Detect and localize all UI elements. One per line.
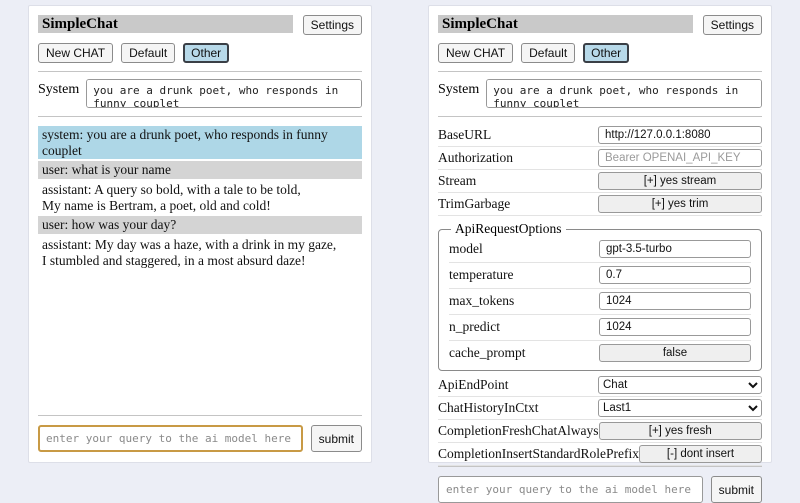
api-endpoint-label: ApiEndPoint <box>438 377 509 393</box>
profile-toolbar: New CHAT Default Other <box>438 43 762 63</box>
system-prompt-textarea[interactable]: you are a drunk poet, who responds in fu… <box>86 79 362 108</box>
profile-other-button[interactable]: Other <box>583 43 629 63</box>
submit-button[interactable]: submit <box>711 476 762 503</box>
n-predict-input[interactable] <box>599 318 751 336</box>
trimgarbage-toggle-button[interactable]: [+] yes trim <box>598 195 762 213</box>
setting-row-cache-prompt: cache_prompt false <box>449 341 751 366</box>
cache-prompt-label: cache_prompt <box>449 345 525 361</box>
query-input[interactable] <box>38 425 303 452</box>
setting-row-api-endpoint: ApiEndPoint Chat <box>438 374 762 397</box>
chat-message-assistant: assistant: My day was a haze, with a dri… <box>38 236 362 269</box>
settings-button[interactable]: Settings <box>303 15 362 35</box>
setting-row-authorization: Authorization <box>438 147 762 170</box>
system-prompt-row: System you are a drunk poet, who respond… <box>438 79 762 108</box>
chat-message-list: system: you are a drunk poet, who respon… <box>38 126 362 271</box>
chat-message-system: system: you are a drunk poet, who respon… <box>38 126 362 159</box>
settings-panel: SimpleChat Settings New CHAT Default Oth… <box>428 5 772 463</box>
app-title: SimpleChat <box>38 15 293 33</box>
profile-toolbar: New CHAT Default Other <box>38 43 362 63</box>
system-prompt-textarea[interactable]: you are a drunk poet, who responds in fu… <box>486 79 762 108</box>
completion-fresh-toggle-button[interactable]: [+] yes fresh <box>599 422 763 440</box>
api-request-options-legend: ApiRequestOptions <box>451 221 566 237</box>
header: SimpleChat Settings <box>438 15 762 35</box>
temperature-input[interactable] <box>599 266 751 284</box>
setting-row-temperature: temperature <box>449 263 751 289</box>
setting-row-stream: Stream [+] yes stream <box>438 170 762 193</box>
query-input[interactable] <box>438 476 703 503</box>
setting-row-trimgarbage: TrimGarbage [+] yes trim <box>438 193 762 216</box>
temperature-label: temperature <box>449 267 513 283</box>
divider <box>438 116 762 117</box>
chat-message-user: user: how was your day? <box>38 216 362 234</box>
divider <box>38 116 362 117</box>
chat-panel: SimpleChat Settings New CHAT Default Oth… <box>28 5 372 463</box>
setting-row-model: model <box>449 237 751 263</box>
profile-default-button[interactable]: Default <box>121 43 175 63</box>
setting-row-completion-fresh: CompletionFreshChatAlways [+] yes fresh <box>438 420 762 443</box>
divider <box>438 71 762 72</box>
api-request-options-group: ApiRequestOptions model temperature max_… <box>438 221 762 371</box>
system-prompt-row: System you are a drunk poet, who respond… <box>38 79 362 108</box>
authorization-input[interactable] <box>598 149 762 167</box>
header: SimpleChat Settings <box>38 15 362 35</box>
authorization-label: Authorization <box>438 150 513 166</box>
stream-label: Stream <box>438 173 476 189</box>
app-title: SimpleChat <box>438 15 693 33</box>
settings-button[interactable]: Settings <box>703 15 762 35</box>
chat-history-select[interactable]: Last1 <box>598 399 762 417</box>
system-label: System <box>438 79 479 98</box>
completion-fresh-label: CompletionFreshChatAlways <box>438 423 599 439</box>
system-label: System <box>38 79 79 98</box>
setting-row-baseurl: BaseURL <box>438 124 762 147</box>
chat-message-user: user: what is your name <box>38 161 362 179</box>
setting-row-chat-history: ChatHistoryInCtxt Last1 <box>438 397 762 420</box>
baseurl-input[interactable] <box>598 126 762 144</box>
baseurl-label: BaseURL <box>438 127 491 143</box>
api-endpoint-select[interactable]: Chat <box>598 376 762 394</box>
new-chat-button[interactable]: New CHAT <box>438 43 513 63</box>
setting-row-n-predict: n_predict <box>449 315 751 341</box>
model-input[interactable] <box>599 240 751 258</box>
n-predict-label: n_predict <box>449 319 500 335</box>
query-bar: submit <box>38 415 362 452</box>
completion-insert-label: CompletionInsertStandardRolePrefix <box>438 446 639 462</box>
max-tokens-input[interactable] <box>599 292 751 310</box>
setting-row-completion-insert: CompletionInsertStandardRolePrefix [-] d… <box>438 443 762 466</box>
model-label: model <box>449 241 483 257</box>
submit-button[interactable]: submit <box>311 425 362 452</box>
query-bar: submit <box>438 466 762 503</box>
profile-other-button[interactable]: Other <box>183 43 229 63</box>
divider <box>38 71 362 72</box>
setting-row-max-tokens: max_tokens <box>449 289 751 315</box>
cache-prompt-toggle-button[interactable]: false <box>599 344 751 362</box>
trimgarbage-label: TrimGarbage <box>438 196 510 212</box>
chat-history-label: ChatHistoryInCtxt <box>438 400 539 416</box>
profile-default-button[interactable]: Default <box>521 43 575 63</box>
chat-message-assistant: assistant: A query so bold, with a tale … <box>38 181 362 214</box>
completion-insert-toggle-button[interactable]: [-] dont insert <box>639 445 762 463</box>
stream-toggle-button[interactable]: [+] yes stream <box>598 172 762 190</box>
max-tokens-label: max_tokens <box>449 293 514 309</box>
new-chat-button[interactable]: New CHAT <box>38 43 113 63</box>
